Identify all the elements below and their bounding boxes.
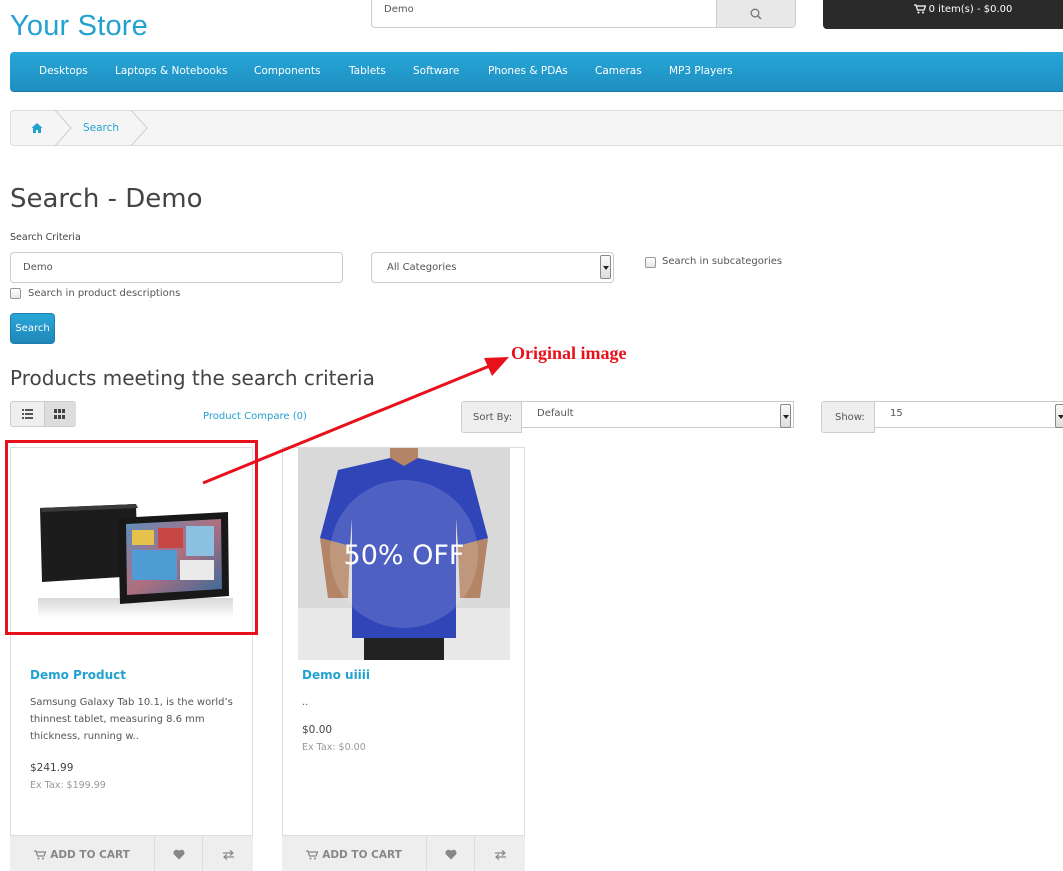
subcategories-label: Search in subcategories <box>662 256 783 267</box>
menu-item-tablets[interactable]: Tablets <box>349 65 386 77</box>
search-input[interactable]: Demo <box>10 252 343 283</box>
breadcrumb-separator-icon <box>131 110 148 146</box>
search-criteria-label: Search Criteria <box>10 232 81 243</box>
product-compare-link[interactable]: Product Compare (0) <box>203 411 307 422</box>
grid-view-icon[interactable] <box>54 409 65 419</box>
sort-label: Sort By: <box>461 401 522 433</box>
category-select[interactable]: All Categories <box>371 252 614 283</box>
product-price: $0.00 <box>302 724 333 736</box>
product-name[interactable]: Demo uiiii <box>302 668 370 682</box>
product-ex-tax: Ex Tax: $0.00 <box>302 742 366 753</box>
list-view-icon[interactable] <box>22 409 33 419</box>
menu-item-software[interactable]: Software <box>413 65 459 77</box>
shopping-cart-icon <box>913 4 926 14</box>
search-button[interactable]: Search <box>10 313 55 344</box>
header-search-button[interactable] <box>716 0 795 27</box>
header-search-value: Demo <box>384 4 414 15</box>
shopping-cart-icon <box>306 849 319 859</box>
cart-label: 0 item(s) - $0.00 <box>928 4 1013 15</box>
chevron-down-icon <box>600 255 611 279</box>
breadcrumb-item-search[interactable]: Search <box>83 122 119 134</box>
menu-item-mp3-players[interactable]: MP3 Players <box>669 65 733 77</box>
annotation-label: Original image <box>511 343 627 363</box>
exchange-icon <box>494 849 506 860</box>
annotation-highlight-frame <box>5 440 258 635</box>
product-actions: ADD TO CART <box>282 835 525 871</box>
compare-button[interactable] <box>475 836 525 871</box>
add-to-cart-label: ADD TO CART <box>322 848 402 861</box>
descriptions-label: Search in product descriptions <box>28 288 181 299</box>
products-heading: Products meeting the search criteria <box>10 366 375 390</box>
main-menu: Desktops Laptops & Notebooks Components … <box>10 52 1063 92</box>
product-actions: ADD TO CART <box>10 835 253 871</box>
sort-select[interactable]: Default <box>521 401 794 428</box>
shopping-cart-icon <box>34 849 47 859</box>
heart-icon <box>172 849 185 860</box>
product-ex-tax: Ex Tax: $199.99 <box>30 780 106 791</box>
subcategories-checkbox[interactable] <box>645 257 656 268</box>
limit-select-value: 15 <box>890 408 903 419</box>
menu-item-cameras[interactable]: Cameras <box>595 65 642 77</box>
search-input-value: Demo <box>23 262 53 273</box>
breadcrumb: Search <box>10 110 1063 146</box>
compare-button[interactable] <box>203 836 253 871</box>
menu-item-phones[interactable]: Phones & PDAs <box>488 65 568 77</box>
show-label: Show: <box>821 401 875 433</box>
breadcrumb-separator-icon <box>55 110 72 146</box>
add-to-cart-label: ADD TO CART <box>50 848 130 861</box>
store-logo[interactable]: Your Store <box>10 10 148 43</box>
limit-select[interactable]: 15 <box>874 401 1063 428</box>
category-select-value: All Categories <box>387 262 457 273</box>
product-description: .. <box>302 697 309 708</box>
wishlist-button[interactable] <box>155 836 203 871</box>
view-toggle <box>10 401 76 427</box>
discount-badge: 50% OFF <box>344 540 465 571</box>
heart-icon <box>444 849 457 860</box>
product-description: Samsung Galaxy Tab 10.1, is the world’s … <box>30 697 233 742</box>
menu-item-laptops[interactable]: Laptops & Notebooks <box>115 65 227 77</box>
wishlist-button[interactable] <box>427 836 475 871</box>
chevron-down-icon <box>1055 404 1063 428</box>
product-image-tshirt[interactable]: 50% OFF <box>298 448 510 660</box>
add-to-cart-button[interactable]: ADD TO CART <box>282 836 427 871</box>
menu-item-desktops[interactable]: Desktops <box>39 65 88 77</box>
product-card: 50% OFF Demo uiiii .. $0.00 Ex Tax: $0.0… <box>282 447 525 871</box>
descriptions-checkbox[interactable] <box>10 288 21 299</box>
add-to-cart-button[interactable]: ADD TO CART <box>10 836 155 871</box>
menu-item-components[interactable]: Components <box>254 65 320 77</box>
tshirt-image: 50% OFF <box>298 448 510 660</box>
home-icon[interactable] <box>31 122 43 134</box>
sort-select-value: Default <box>537 408 574 419</box>
exchange-icon <box>222 849 234 860</box>
product-price: $241.99 <box>30 762 74 774</box>
chevron-down-icon <box>780 404 791 428</box>
cart-button[interactable]: 0 item(s) - $0.00 <box>823 0 1063 29</box>
header-search-input[interactable]: Demo <box>371 0 796 28</box>
product-name[interactable]: Demo Product <box>30 668 126 682</box>
page-title: Search - Demo <box>10 184 203 214</box>
search-icon <box>750 8 762 19</box>
